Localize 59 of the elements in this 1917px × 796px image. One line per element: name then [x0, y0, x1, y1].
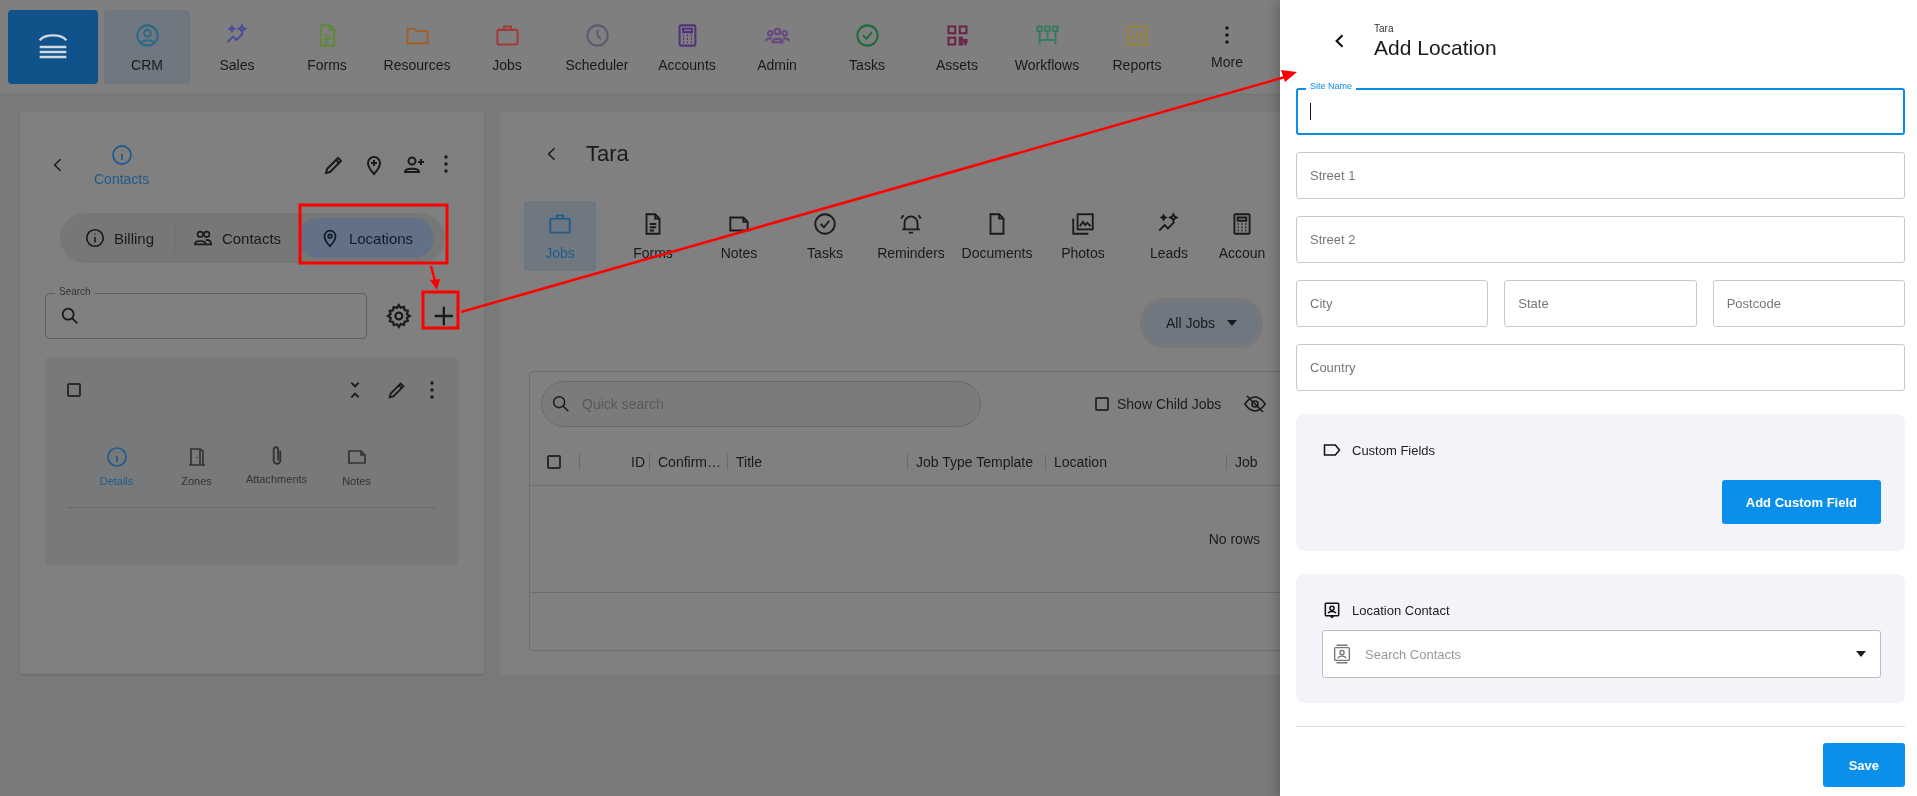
nav-item[interactable]: Admin	[734, 10, 820, 84]
nav-item[interactable]: Resources	[374, 10, 460, 84]
section-tab[interactable]: Reminders	[868, 201, 954, 271]
input-field[interactable]: Street 2	[1296, 216, 1905, 263]
section-tab[interactable]: Photos	[1040, 201, 1126, 271]
column-header[interactable]: Title	[736, 454, 762, 470]
nav-item[interactable]: Tasks	[824, 10, 910, 84]
card-tab[interactable]: Attachments	[244, 445, 309, 487]
section-tab[interactable]: Notes	[696, 201, 782, 271]
field-label: Site Name	[1306, 81, 1357, 92]
placeholder-text: Street 1	[1310, 168, 1356, 183]
placeholder-text: Postcode	[1726, 296, 1781, 311]
add-custom-field-button[interactable]: Add Custom Field	[1721, 480, 1881, 524]
nav-item[interactable]: More	[1184, 10, 1270, 84]
input-field[interactable]: Street 1	[1296, 152, 1905, 199]
nav-item[interactable]: Assets	[914, 10, 1000, 84]
column-header[interactable]: Job Type Template	[916, 454, 1033, 470]
field-label: Search	[55, 286, 95, 298]
input-field[interactable]: Country	[1296, 344, 1905, 391]
placeholder-text: State	[1518, 296, 1549, 311]
section-tab[interactable]: Leads	[1126, 201, 1212, 271]
segment-tab[interactable]: Contacts	[174, 223, 298, 253]
section-title: Custom Fields	[1352, 442, 1436, 458]
input-field[interactable]: City	[1296, 280, 1489, 327]
column-header[interactable]: ID	[631, 454, 645, 470]
column-header[interactable]: Confirm…	[658, 454, 721, 470]
segment-tab[interactable]: Billing	[64, 218, 174, 258]
drawer-title: Add Location	[1374, 35, 1497, 60]
nav-item[interactable]: Forms	[284, 10, 370, 84]
placeholder-text: Street 2	[1310, 232, 1356, 247]
column-header[interactable]: Job	[1235, 454, 1258, 470]
card-tab[interactable]: Notes	[324, 445, 389, 487]
nav-item[interactable]: Jobs	[464, 10, 550, 84]
customer-name: Tara	[586, 141, 629, 167]
input-field[interactable]: Site Name	[1296, 80, 1905, 135]
nav-item[interactable]: Scheduler	[554, 10, 640, 84]
section-tab[interactable]: Accoun	[1212, 201, 1272, 271]
placeholder-text: Country	[1310, 360, 1356, 375]
placeholder-text: City	[1310, 296, 1333, 311]
contact-select[interactable]: Search Contacts	[1322, 630, 1881, 678]
nav-item[interactable]: Sales	[194, 10, 280, 84]
section-tab[interactable]: Documents	[954, 201, 1040, 271]
placeholder-text: Search Contacts	[1365, 646, 1462, 662]
card-tab[interactable]: Zones	[164, 445, 229, 487]
search-field[interactable]: Search	[45, 285, 367, 339]
section-tab[interactable]: Tasks	[782, 201, 868, 271]
checkbox-label: Show Child Jobs	[1117, 396, 1222, 412]
nav-item[interactable]: Workflows	[1004, 10, 1090, 84]
nav-item[interactable]: Reports	[1094, 10, 1180, 84]
input-field[interactable]: State	[1504, 280, 1697, 327]
save-button[interactable]: Save	[1822, 743, 1905, 787]
nav-item[interactable]: Accounts	[644, 10, 730, 84]
input-field[interactable]: Postcode	[1712, 280, 1905, 327]
section-title: Location Contact	[1352, 602, 1450, 618]
nav-item[interactable]: CRM	[104, 10, 190, 84]
empty-message: No rows	[1208, 531, 1260, 547]
drawer-subtitle: Tara	[1374, 22, 1395, 34]
column-header[interactable]: Location	[1054, 454, 1107, 470]
filter-dropdown[interactable]: All Jobs	[1139, 298, 1263, 348]
